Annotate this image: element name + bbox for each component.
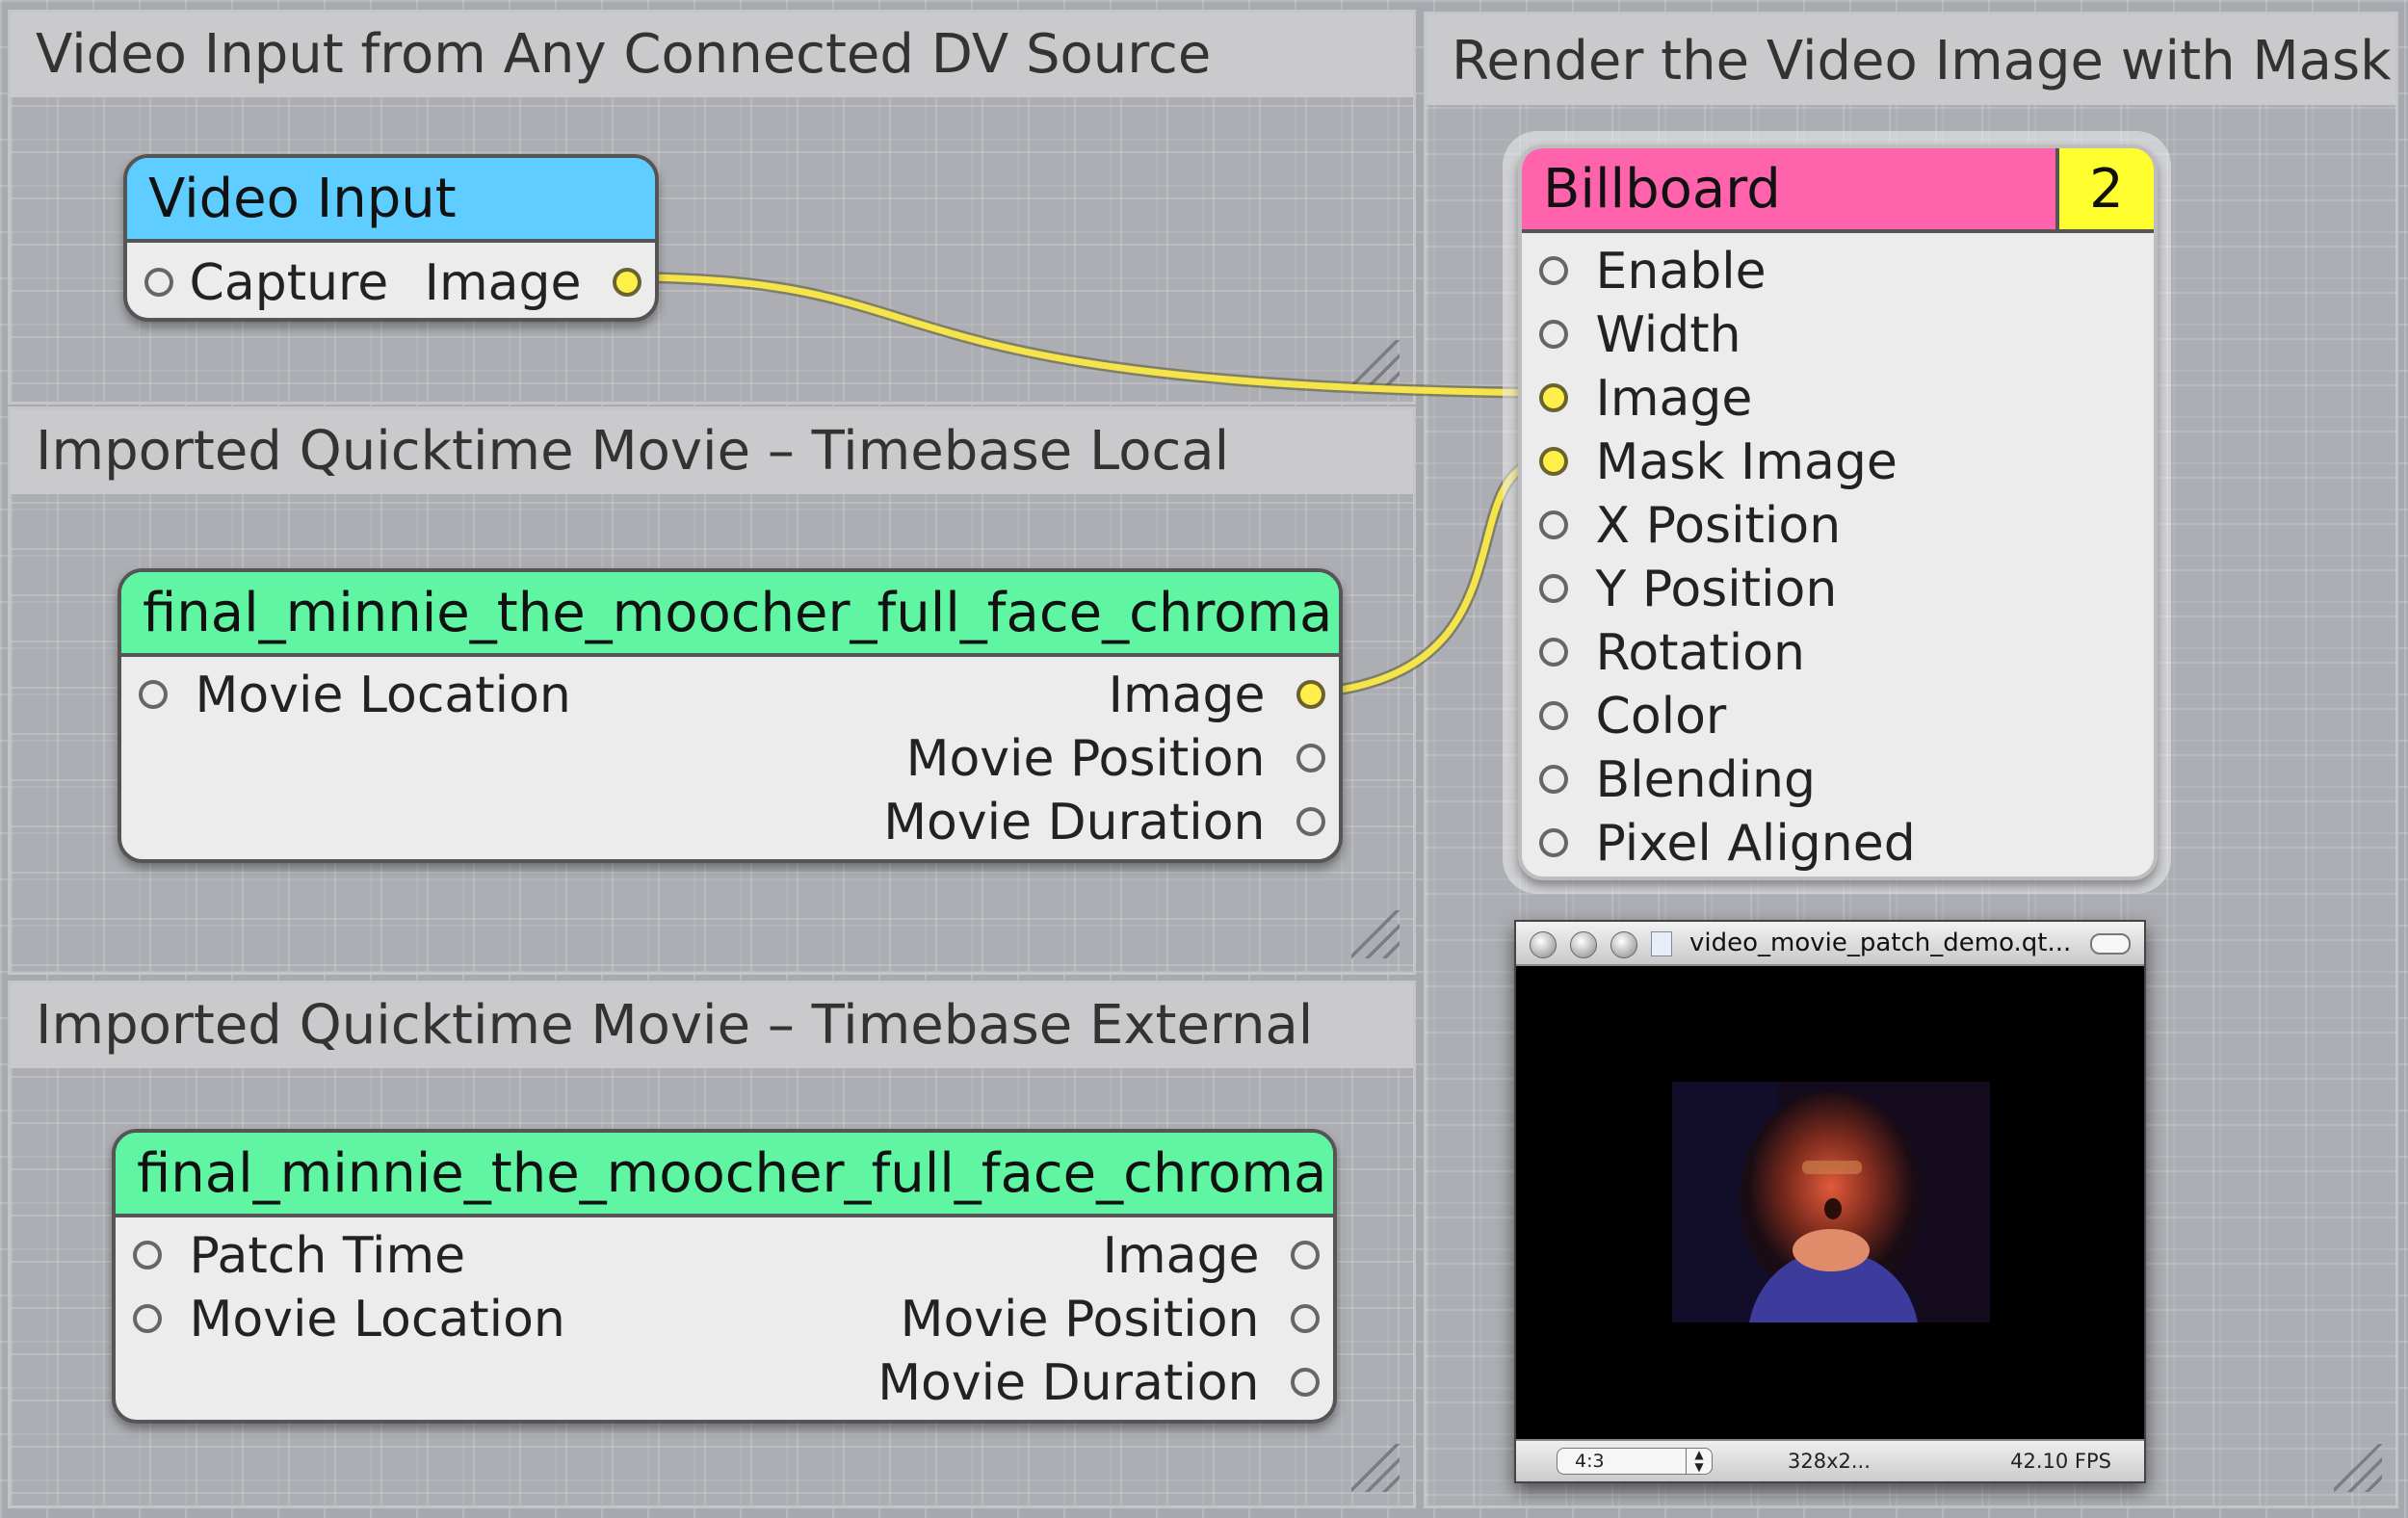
port-label: Patch Time [189, 1227, 466, 1285]
close-window-icon[interactable] [1530, 931, 1557, 958]
billboard-patch[interactable]: Billboard 2 Enable Width Image Mask Imag… [1518, 144, 2158, 880]
port-icon[interactable] [613, 268, 641, 297]
port-label: Movie Position [905, 730, 1266, 788]
input-port-rotation[interactable]: Rotation [1539, 624, 1805, 682]
input-port-blending[interactable]: Blending [1539, 751, 1816, 809]
port-label: Image [424, 254, 582, 312]
zoom-window-icon[interactable] [1610, 931, 1637, 958]
port-label: X Position [1595, 497, 1842, 555]
input-port-capture[interactable]: Capture [144, 254, 388, 312]
output-port-movie-position[interactable]: Movie Position [901, 1291, 1320, 1348]
group-title: Imported Quicktime Movie – Timebase Exte… [11, 983, 1413, 1068]
port-icon[interactable] [1296, 807, 1325, 836]
input-port-x-position[interactable]: X Position [1539, 497, 1841, 555]
port-icon[interactable] [1539, 447, 1568, 476]
port-icon[interactable] [1539, 828, 1568, 857]
port-label: Capture [189, 254, 389, 312]
movie-local-patch[interactable]: final_minnie_the_moocher_full_face_chrom… [118, 568, 1343, 863]
resize-grip-icon[interactable] [2334, 1444, 2382, 1492]
rendered-video-frame [1672, 1082, 1990, 1322]
video-input-patch[interactable]: Video Input Capture Image [123, 154, 659, 322]
input-port-mask-image[interactable]: Mask Image [1539, 433, 1898, 491]
input-port-color[interactable]: Color [1539, 688, 1726, 746]
input-port-patch-time[interactable]: Patch Time [133, 1227, 465, 1285]
port-label: Movie Duration [883, 794, 1266, 851]
port-label: Y Position [1595, 561, 1838, 618]
port-label: Movie Location [195, 667, 571, 724]
movie-external-patch[interactable]: final_minnie_the_moocher_full_face_chrom… [112, 1129, 1337, 1424]
port-icon[interactable] [1539, 701, 1568, 730]
toolbar-toggle-icon[interactable] [2090, 933, 2131, 955]
port-icon[interactable] [1296, 744, 1325, 772]
patch-title: Video Input [127, 158, 655, 243]
viewer-title: video_movie_patch_demo.qt... [1689, 929, 2072, 957]
port-icon[interactable] [133, 1304, 162, 1333]
port-label: Blending [1595, 751, 1817, 809]
input-port-movie-location[interactable]: Movie Location [139, 667, 571, 724]
input-port-movie-location[interactable]: Movie Location [133, 1291, 565, 1348]
port-label: Mask Image [1595, 433, 1898, 491]
input-port-enable[interactable]: Enable [1539, 243, 1767, 301]
port-icon[interactable] [1296, 680, 1325, 709]
output-port-image[interactable]: Image [1109, 667, 1325, 724]
group-title: Video Input from Any Connected DV Source [11, 13, 1413, 97]
port-label: Enable [1595, 243, 1767, 301]
input-port-y-position[interactable]: Y Position [1539, 561, 1837, 618]
viewer-titlebar[interactable]: video_movie_patch_demo.qt... [1516, 922, 2144, 966]
minimize-window-icon[interactable] [1570, 931, 1597, 958]
port-icon[interactable] [1539, 765, 1568, 794]
port-icon[interactable] [144, 268, 173, 297]
output-port-movie-position[interactable]: Movie Position [906, 730, 1325, 788]
output-port-movie-duration[interactable]: Movie Duration [877, 1354, 1320, 1412]
port-label: Rotation [1595, 624, 1806, 682]
port-icon[interactable] [1539, 320, 1568, 349]
resolution-readout: 328x2... [1788, 1450, 1871, 1473]
stepper-arrows-icon[interactable]: ▲ ▼ [1686, 1449, 1712, 1474]
group-title: Render the Video Image with Mask [1426, 14, 2395, 105]
port-icon[interactable] [1539, 574, 1568, 603]
port-label: Color [1595, 688, 1727, 746]
port-icon[interactable] [133, 1241, 162, 1269]
resize-grip-icon[interactable] [1351, 340, 1400, 388]
document-icon [1651, 931, 1672, 956]
port-label: Movie Duration [877, 1354, 1260, 1412]
port-icon[interactable] [1539, 383, 1568, 412]
port-label: Image [1595, 370, 1753, 428]
port-label: Image [1102, 1227, 1260, 1285]
output-port-image[interactable]: Image [425, 254, 641, 312]
resize-grip-icon[interactable] [1351, 1444, 1400, 1492]
port-label: Pixel Aligned [1595, 815, 1916, 873]
output-port-image[interactable]: Image [1103, 1227, 1320, 1285]
patch-title: final_minnie_the_moocher_full_face_chrom… [121, 572, 1339, 657]
aspect-ratio-value: 4:3 [1575, 1451, 1605, 1472]
input-port-image[interactable]: Image [1539, 370, 1752, 428]
port-icon[interactable] [1539, 256, 1568, 285]
aspect-ratio-select[interactable]: 4:3 ▲ ▼ [1557, 1448, 1713, 1475]
input-port-width[interactable]: Width [1539, 306, 1741, 364]
port-icon[interactable] [1291, 1241, 1320, 1269]
port-icon[interactable] [1539, 638, 1568, 667]
group-title: Imported Quicktime Movie – Timebase Loca… [11, 409, 1413, 494]
output-port-movie-duration[interactable]: Movie Duration [883, 794, 1325, 851]
port-icon[interactable] [1539, 510, 1568, 539]
fps-readout: 42.10 FPS [2010, 1450, 2111, 1473]
input-port-pixel-aligned[interactable]: Pixel Aligned [1539, 815, 1916, 873]
port-icon[interactable] [1291, 1368, 1320, 1397]
port-label: Width [1595, 306, 1741, 364]
port-icon[interactable] [1291, 1304, 1320, 1333]
port-icon[interactable] [139, 680, 168, 709]
viewer-window[interactable]: video_movie_patch_demo.qt... 4:3 ▲ ▼ 328x… [1514, 920, 2146, 1483]
port-label: Image [1108, 667, 1266, 724]
port-label: Movie Location [189, 1291, 565, 1348]
viewer-statusbar: 4:3 ▲ ▼ 328x2... 42.10 FPS [1516, 1439, 2144, 1481]
port-label: Movie Position [900, 1291, 1260, 1348]
resize-grip-icon[interactable] [1351, 910, 1400, 958]
execution-index-badge: 2 [2055, 148, 2154, 229]
patch-title: final_minnie_the_moocher_full_face_chrom… [116, 1133, 1333, 1217]
